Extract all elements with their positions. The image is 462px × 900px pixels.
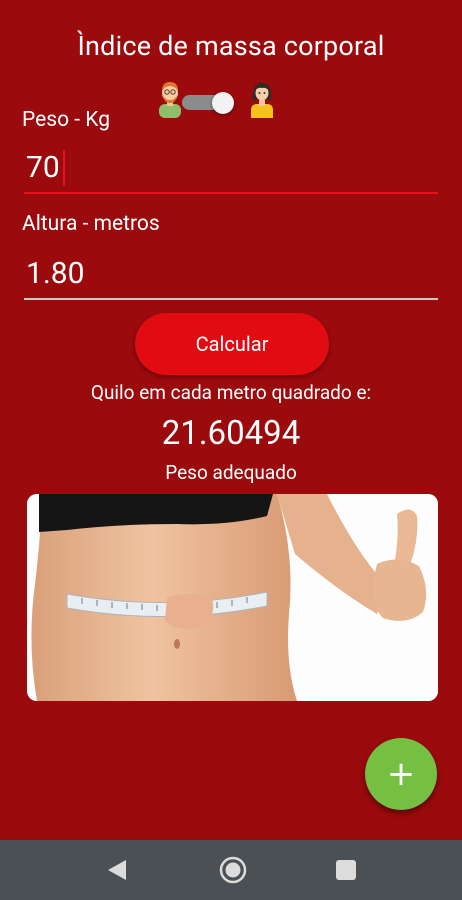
calcular-button[interactable]: Calcular (135, 313, 329, 375)
gender-switch[interactable] (182, 92, 238, 114)
plus-icon: + (386, 754, 416, 794)
waist-photo-illustration (27, 494, 438, 701)
altura-label: Altura - metros (22, 212, 160, 236)
switch-thumb[interactable] (212, 92, 234, 114)
waist-measuring-photo (27, 494, 438, 701)
home-circle-icon[interactable] (218, 855, 248, 885)
peso-value: 70 (26, 150, 60, 185)
altura-input[interactable]: 1.80 (24, 252, 438, 300)
recents-square-icon[interactable] (336, 860, 356, 880)
result-caption: Quilo em cada metro quadrado e: (90, 381, 372, 404)
page-title: Ìndice de massa corporal (77, 30, 385, 62)
text-cursor (63, 150, 65, 186)
peso-label: Peso - Kg (22, 108, 110, 132)
gender-toggle[interactable] (156, 80, 278, 120)
back-triangle-icon[interactable] (106, 858, 128, 882)
peso-input[interactable]: 70 (24, 146, 438, 194)
female-avatar-icon (251, 83, 273, 118)
system-nav-bar (0, 840, 462, 900)
bmi-status: Peso adequado (165, 461, 297, 484)
app-screen: Ìndice de massa corporal Peso - Kg 70 Al… (0, 0, 462, 840)
male-avatar-icon (159, 82, 181, 118)
altura-value: 1.80 (26, 256, 85, 291)
bmi-value: 21.60494 (161, 414, 301, 453)
add-fab-button[interactable]: + (365, 738, 437, 810)
